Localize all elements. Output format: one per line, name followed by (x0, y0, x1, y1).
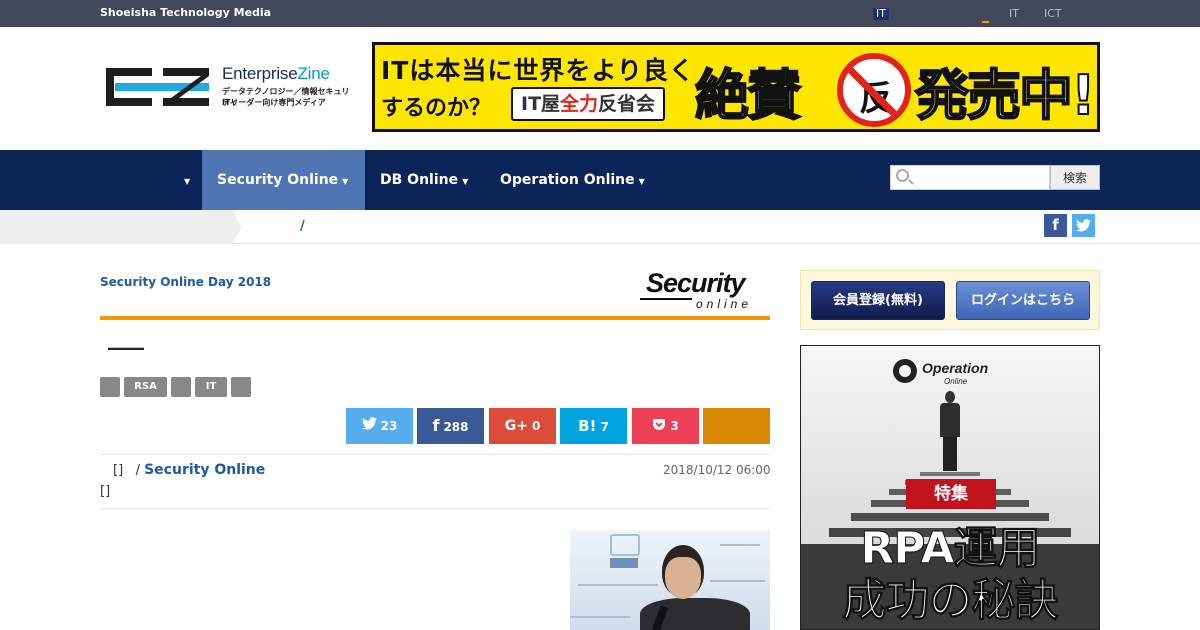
section-logo-sub: online (696, 297, 753, 311)
article-author: [] / Security Online (113, 462, 266, 478)
top-bar: Shoeisha Technology Media IT IT ICT (0, 0, 1200, 27)
ad-brand: Operation (922, 360, 989, 376)
search-box: 検索 (890, 165, 1100, 191)
breadcrumb-arrow (232, 210, 242, 244)
ad-headline-2: 成功の秘訣 (842, 575, 1059, 627)
section-divider (100, 316, 770, 320)
tag-1[interactable] (100, 377, 120, 397)
facebook-icon: f (432, 416, 440, 435)
nav-db-online[interactable]: DB Online ▼ (365, 150, 483, 210)
share-facebook-button[interactable]: f 288 (417, 408, 484, 444)
author-org-link[interactable]: Security Online (144, 462, 265, 478)
header-banner-ad[interactable]: ITは本当に世界をより良く するのか？ IT屋全力反省会 絶賛 反 発売中! (372, 42, 1100, 132)
article-date: 2018/10/12 06:00 (663, 463, 771, 477)
banner-big-text-a: 絶賛 (694, 63, 802, 128)
member-box: 会員登録(無料) ログインはこちら (800, 270, 1100, 330)
site-logo[interactable]: EnterpriseZine データテクノロジー／情報セキュリティ ITリーダー… (105, 64, 355, 110)
operation-online-logo-icon (893, 359, 917, 383)
breadcrumb: / (0, 210, 1200, 244)
topbar-indicator (982, 21, 989, 23)
share-pocket-button[interactable]: 3 (632, 408, 699, 444)
meta-divider-bottom (100, 508, 770, 509)
brand-link[interactable]: Shoeisha Technology Media (100, 6, 271, 19)
share-twitter-button[interactable]: 23 (346, 408, 413, 444)
gplus-icon: G+ (504, 418, 528, 434)
topbar-link-it[interactable]: IT (1009, 7, 1019, 20)
register-button[interactable]: 会員登録(無料) (811, 281, 945, 320)
banner-line-2: するのか？ (381, 96, 492, 121)
search-icon (896, 169, 909, 182)
nav-home-dropdown[interactable]: ▼ (165, 150, 205, 210)
nav-security-online[interactable]: Security Online ▼ (202, 150, 365, 210)
ad-brand-sub: Online (944, 377, 968, 386)
topbar-link-it-active[interactable]: IT (873, 8, 889, 20)
topbar-link-ict[interactable]: ICT (1044, 7, 1062, 20)
businessman-figure (937, 391, 963, 471)
meta-divider-top (100, 454, 770, 455)
twitter-bird-icon (361, 417, 377, 430)
login-button[interactable]: ログインはこちら (956, 281, 1090, 320)
hatena-bookmark-icon: B! (578, 417, 597, 435)
share-hatena-button[interactable]: B! 7 (560, 408, 627, 444)
share-more-button[interactable] (703, 408, 770, 444)
nav-operation-online[interactable]: Operation Online ▼ (485, 150, 660, 210)
security-online-logo[interactable]: Security online (640, 268, 770, 312)
article-category[interactable]: Security Online Day 2018 (100, 275, 271, 289)
facebook-icon[interactable]: f (1044, 214, 1067, 237)
pocket-icon (653, 419, 666, 430)
tag-5[interactable] (231, 377, 251, 397)
tag-3[interactable] (171, 377, 191, 397)
search-input[interactable] (890, 165, 1050, 190)
ad-label: 特集 (906, 479, 996, 509)
banner-book-title: IT屋全力反省会 (511, 87, 666, 121)
banner-line-1: ITは本当に世界をより良く (381, 56, 695, 85)
logo-name: EnterpriseZine (222, 64, 330, 83)
ez-logo-mark-icon (105, 66, 211, 108)
twitter-icon[interactable] (1072, 214, 1095, 237)
article-title: ―― (108, 338, 144, 359)
logo-tagline-2: ITリーダー向け専門メディア (222, 98, 326, 107)
article-bracket: [] (100, 484, 111, 499)
breadcrumb-home[interactable] (0, 210, 232, 244)
breadcrumb-separator: / (300, 219, 305, 234)
tag-rsa[interactable]: RSA (124, 377, 167, 397)
section-logo-text: Security (646, 268, 746, 298)
no-sign-icon: 反 (837, 53, 911, 127)
sidebar-ad[interactable]: Operation Online 特集 RPA運用 成功の秘訣 (800, 345, 1100, 630)
section-logo-rule (640, 298, 692, 300)
share-gplus-button[interactable]: G+ 0 (489, 408, 556, 444)
search-button[interactable]: 検索 (1050, 165, 1100, 190)
article-photo (570, 530, 770, 630)
tag-it[interactable]: IT (195, 377, 227, 397)
banner-big-text-b: 発売中! (914, 63, 1097, 128)
